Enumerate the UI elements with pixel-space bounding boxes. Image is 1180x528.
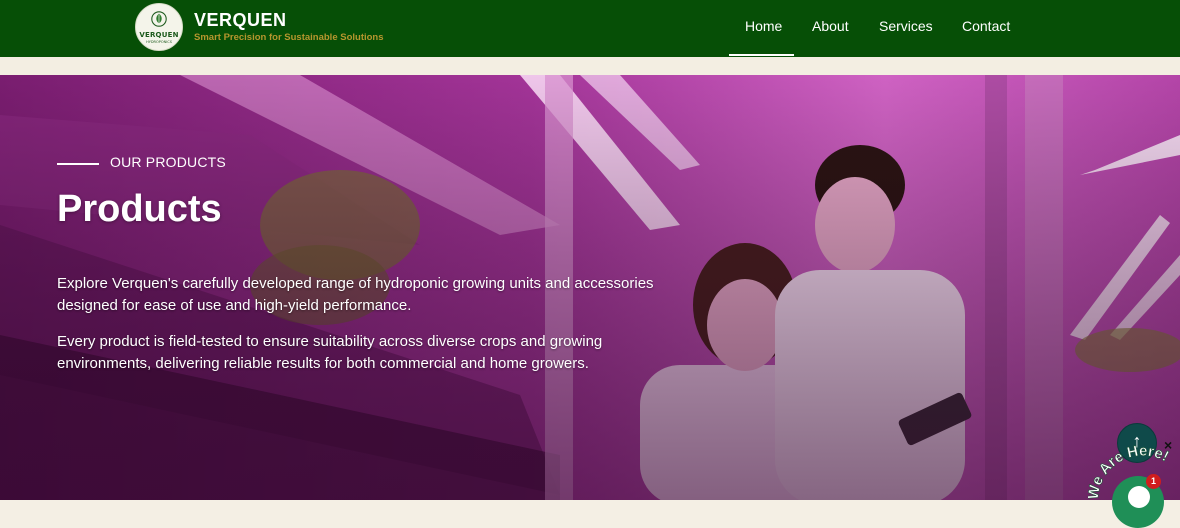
- nav-active-indicator: [729, 54, 794, 56]
- hero-intro-paragraph: Explore Verquen's carefully developed ra…: [57, 275, 654, 314]
- nav-home[interactable]: Home: [745, 18, 782, 34]
- eyebrow-rule: [57, 163, 99, 165]
- site-header: VERQUEN HYDROPONICS VERQUEN Smart Precis…: [0, 0, 1180, 57]
- chat-icon: [1128, 486, 1150, 508]
- header-spacer-band: [0, 57, 1180, 75]
- page-title: Products: [57, 188, 222, 230]
- nav-contact[interactable]: Contact: [962, 18, 1010, 34]
- nav-services[interactable]: Services: [879, 18, 933, 34]
- chat-notification-badge: 1: [1146, 474, 1161, 489]
- nav-about[interactable]: About: [812, 18, 849, 34]
- brand-tagline: Smart Precision for Sustainable Solution…: [194, 32, 384, 43]
- logo-wordmark: VERQUEN: [139, 31, 179, 39]
- brand-name[interactable]: VERQUEN: [194, 10, 287, 31]
- hero-detail-paragraph: Every product is field-tested to ensure …: [57, 333, 603, 372]
- hero-section: OUR PRODUCTS Products Explore Verquen's …: [0, 75, 1180, 500]
- logo-subtext: HYDROPONICS: [146, 40, 172, 44]
- hero-eyebrow: OUR PRODUCTS: [110, 154, 226, 170]
- logo[interactable]: VERQUEN HYDROPONICS: [135, 3, 183, 51]
- leaf-icon: [151, 11, 167, 27]
